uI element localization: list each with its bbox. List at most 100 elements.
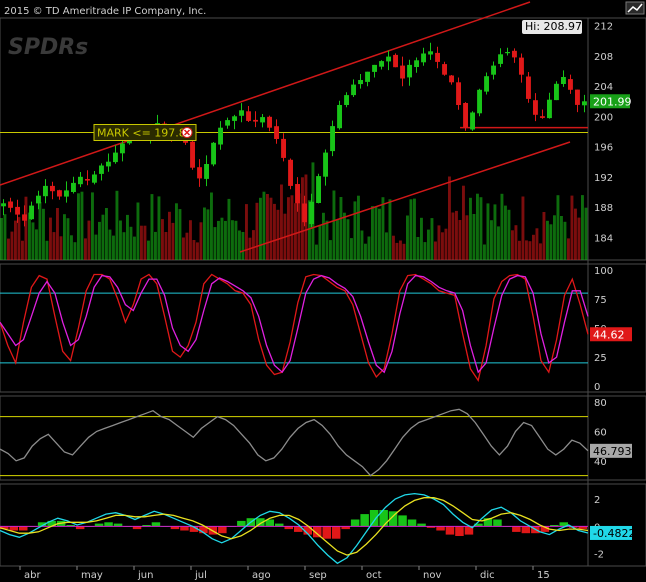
macd-histogram-bar (180, 526, 189, 531)
macd-histogram-bar (151, 522, 161, 527)
volume-bar (570, 195, 574, 260)
candle-body (64, 190, 69, 197)
volume-bar (556, 195, 560, 260)
candle-body (50, 185, 55, 192)
volume-bar (199, 222, 203, 260)
month-tick-label: may (81, 570, 103, 581)
candle-body (15, 206, 20, 215)
volume-bar (577, 217, 581, 260)
volume-bar (332, 190, 336, 260)
volume-bar (409, 199, 413, 260)
candle-body (414, 60, 419, 67)
volume-bar (28, 212, 31, 260)
volume-bar (238, 230, 241, 260)
volume-bar (532, 234, 535, 260)
rsi-tick-label: 40 (594, 457, 607, 468)
volume-bar (38, 202, 42, 260)
candle-body (435, 52, 440, 62)
candle-body (218, 127, 223, 145)
volume-bar (399, 240, 402, 260)
volume-bar (581, 195, 584, 260)
candle-body (57, 190, 62, 197)
volume-bar (448, 176, 451, 260)
volume-bar (469, 197, 472, 260)
volume-bar (266, 194, 269, 260)
volume-bar (203, 207, 206, 260)
volume-bar (14, 220, 17, 260)
volume-bar (80, 191, 84, 260)
macd-histogram-bar (521, 526, 531, 534)
rsi-tick-label: 60 (594, 427, 607, 438)
candle-body (428, 51, 433, 55)
volume-bar (427, 229, 430, 260)
volume-bar (472, 214, 476, 260)
volume-bar (500, 193, 504, 260)
volume-bar (182, 237, 185, 260)
candle-body (267, 116, 272, 128)
volume-bar (360, 230, 364, 260)
volume-bar (287, 197, 290, 260)
volume-bar (493, 204, 497, 260)
volume-bar (413, 198, 416, 260)
month-tick-label: 15 (537, 570, 550, 581)
volume-bar (294, 203, 297, 260)
volume-bar (7, 238, 10, 260)
volume-bar (73, 242, 77, 260)
volume-bar (119, 220, 122, 260)
volume-bar (136, 202, 140, 260)
macd-tick-label: -2 (594, 550, 604, 561)
volume-bar (343, 212, 346, 260)
volume-bar (385, 232, 388, 260)
month-tick-label: ago (252, 570, 271, 581)
volume-bar (112, 235, 115, 260)
hi-label: Hi: 208.97 (525, 20, 582, 33)
candle-body (351, 84, 356, 96)
volume-bar (133, 236, 136, 260)
volume-bar (388, 199, 392, 260)
volume-bar (416, 237, 420, 260)
volume-bar (91, 192, 94, 260)
volume-bar (367, 236, 371, 260)
stoch-tick-label: 0 (594, 382, 600, 393)
volume-bar (549, 224, 553, 260)
candle-body (575, 89, 580, 105)
macd-histogram-bar (237, 520, 246, 527)
volume-bar (479, 197, 483, 260)
mark-label[interactable]: MARK <= 197.86 (93, 123, 197, 141)
volume-bar (255, 202, 259, 260)
volume-bar (290, 195, 294, 260)
volume-bar (374, 206, 378, 260)
candle-body (344, 95, 349, 105)
candle-body (246, 111, 251, 121)
candle-body (554, 83, 559, 101)
volume-bar (3, 214, 7, 260)
price-tick-label: 196 (594, 143, 613, 154)
volume-bar (336, 219, 339, 260)
stoch-tick-label: 75 (594, 295, 607, 306)
volume-bar (381, 197, 385, 260)
volume-bar (31, 222, 35, 260)
volume-bar (175, 203, 178, 260)
candle-body (407, 64, 412, 78)
stoch-tick-label: 25 (594, 353, 607, 364)
candle-body (253, 119, 258, 122)
price-tick-label: 188 (594, 203, 613, 214)
candle-body (379, 61, 384, 67)
candle-body (561, 77, 566, 84)
month-tick-label: oct (366, 570, 382, 581)
volume-bar (521, 196, 525, 260)
candle-body (477, 89, 482, 114)
candle-body (8, 201, 13, 208)
candle-body (78, 176, 83, 185)
volume-bar (206, 209, 210, 260)
volume-bar (525, 240, 528, 260)
volume-bar (259, 197, 262, 260)
candle-body (316, 176, 321, 203)
volume-bar (402, 243, 406, 260)
volume-bar (528, 241, 532, 260)
candle-body (1, 203, 7, 207)
chart-style-icon[interactable] (625, 1, 645, 15)
candle-body (540, 116, 545, 118)
volume-bar (161, 219, 164, 260)
volume-bar (276, 209, 280, 260)
